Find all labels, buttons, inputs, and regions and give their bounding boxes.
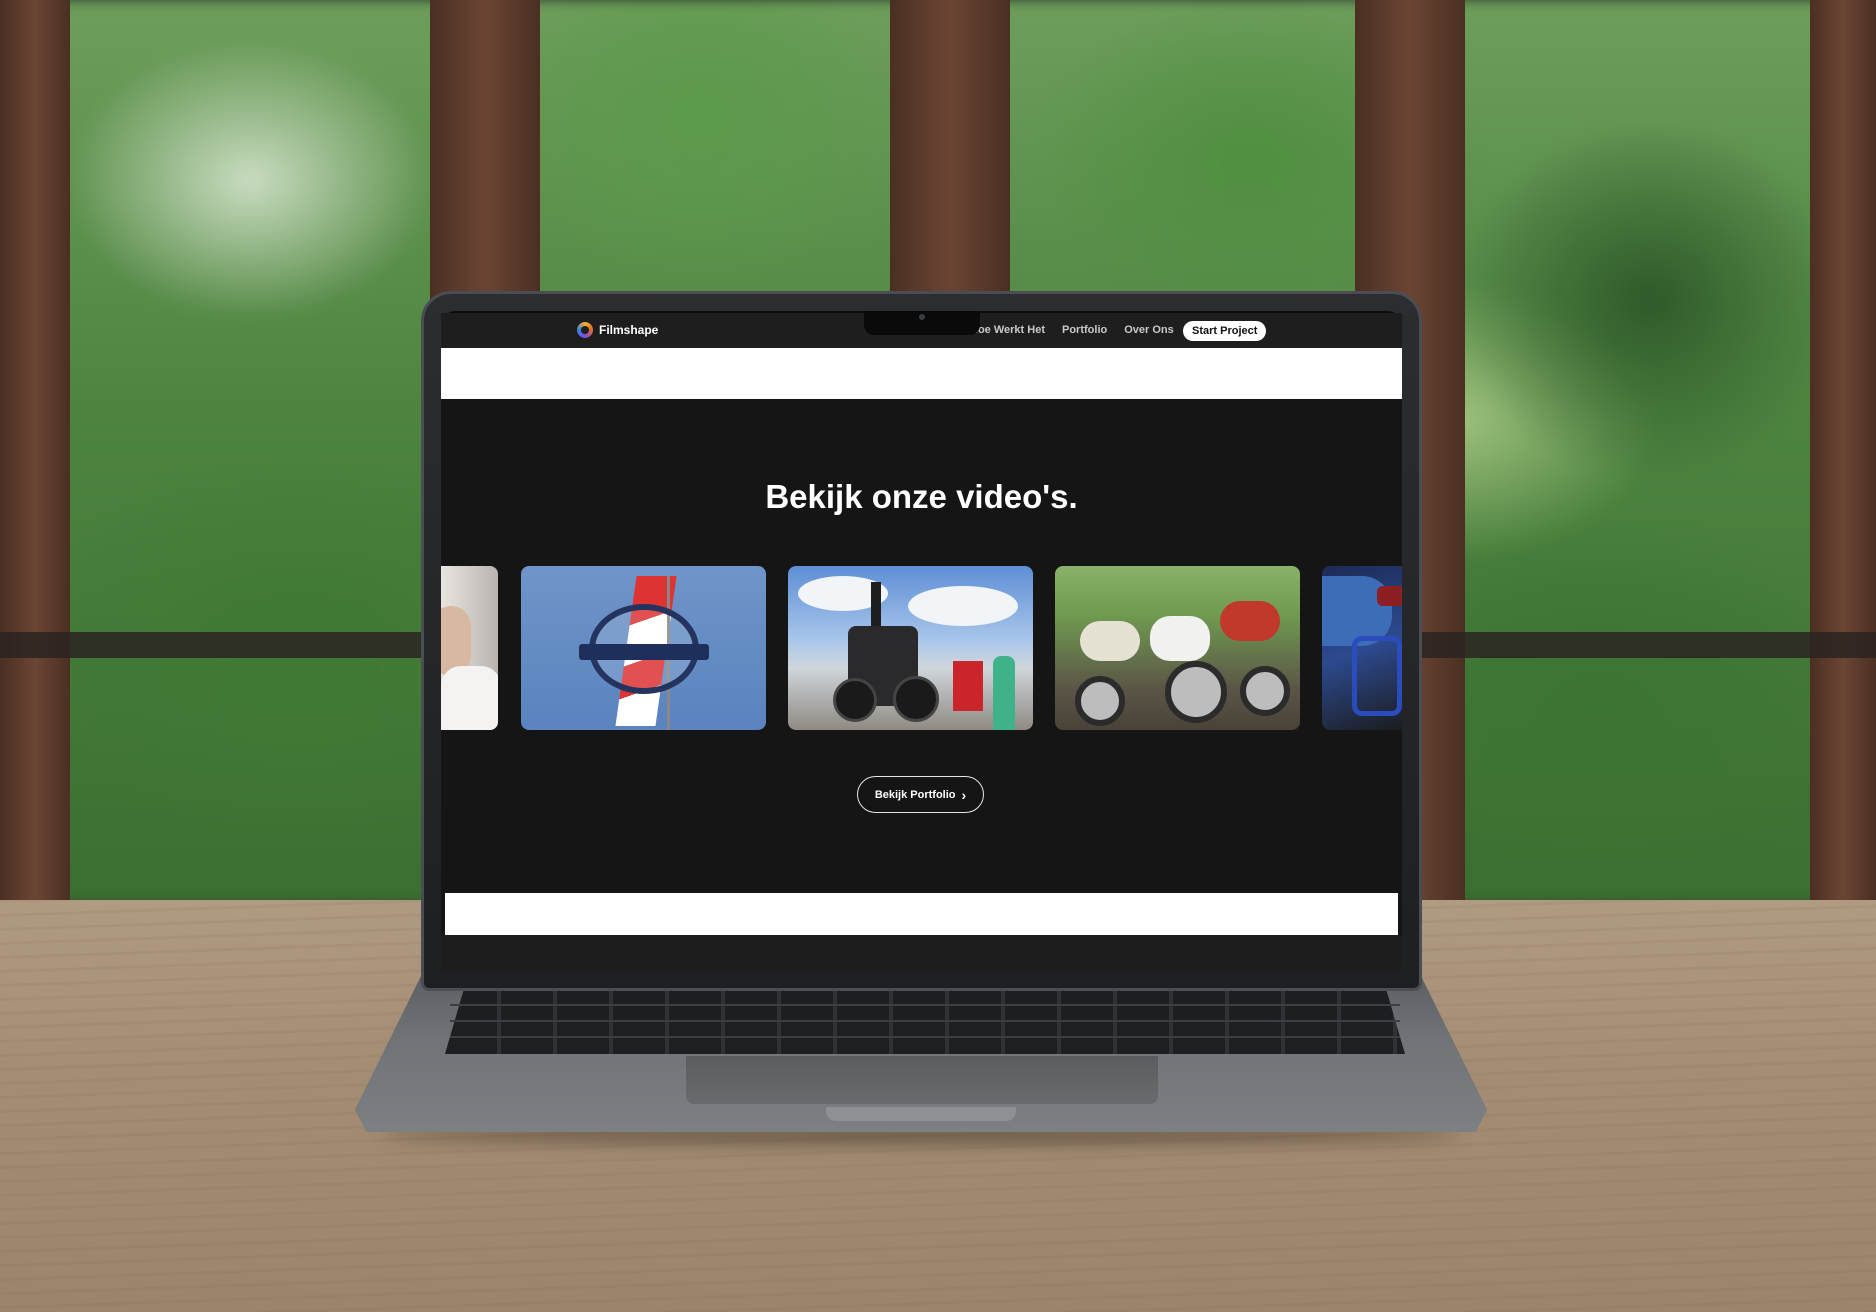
nav-link-over-ons[interactable]: Over Ons [1124,324,1174,336]
moped-wheel [1075,676,1125,726]
tractor-wheel [833,678,877,722]
moped-tank [1150,616,1210,661]
window-frame-post [1810,0,1876,905]
video-thumbnail-oldtimerdag[interactable] [521,566,766,730]
white-band [441,348,1402,399]
motorcycle-frame [1352,636,1402,716]
section-headline: Bekijk onze video's. [765,478,1078,515]
nav-links: Hoe Werkt Het Portfolio Over Ons [971,324,1174,336]
video-thumbnail-people[interactable] [441,566,498,730]
tractor-wheel [893,676,939,722]
white-band [445,893,1398,935]
window-frame-post [0,0,70,905]
moped-tank [1220,601,1280,641]
motorcycle-seat [1377,586,1402,606]
filmshape-logo-icon [577,322,593,338]
bekijk-portfolio-button[interactable]: Bekijk Portfolio › [857,776,984,813]
nav-link-portfolio[interactable]: Portfolio [1062,324,1107,336]
person-in-vest [993,656,1015,730]
brand-name: Filmshape [599,323,659,337]
camera-icon [919,314,925,320]
moped-wheel [1240,666,1290,716]
website-screen: Filmshape Hoe Werkt Het Portfolio Over O… [441,313,1402,971]
video-thumbnail-mopeds[interactable] [1055,566,1300,730]
red-truck [953,661,983,711]
badge-banner [579,644,709,660]
cloud [908,586,1018,626]
keyboard-row [450,1004,1400,1006]
thumbnail-shirt [441,666,498,730]
brand[interactable]: Filmshape [577,322,658,338]
laptop-front-notch [826,1107,1016,1121]
moped-tank [1080,621,1140,661]
start-project-button[interactable]: Start Project [1183,321,1267,341]
keyboard-row [450,1020,1400,1022]
video-carousel[interactable] [441,566,1402,730]
video-thumbnail-steam-tractor[interactable] [788,566,1033,730]
moped-wheel [1165,661,1227,723]
video-thumbnail-motorcycle[interactable] [1322,566,1402,730]
laptop-trackpad [686,1056,1158,1104]
nav-link-hoe-werkt-het[interactable]: Hoe Werkt Het [971,324,1045,336]
keyboard-row [450,1036,1400,1038]
chevron-right-icon: › [961,786,967,803]
tractor-chimney [871,582,881,632]
screen-bottom-strip [441,935,1402,971]
portfolio-button-label: Bekijk Portfolio [874,788,956,801]
